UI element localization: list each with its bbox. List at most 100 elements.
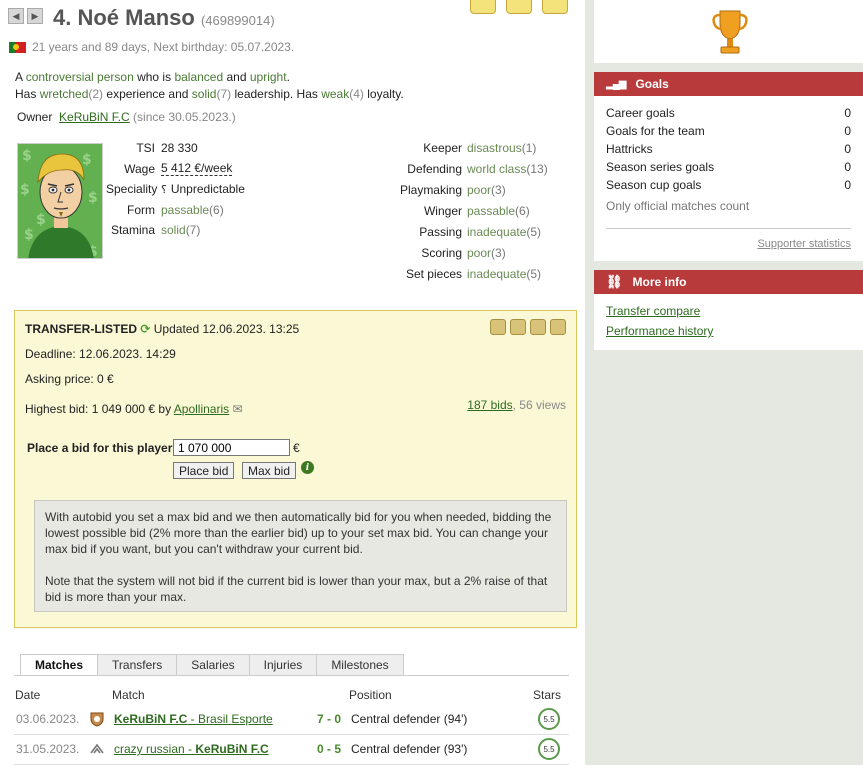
temper-link[interactable]: balanced — [174, 70, 223, 84]
sidebar: ▂▄▆ Goals Career goals 0 Goals for the te… — [585, 0, 863, 765]
fire-icon[interactable] — [530, 319, 546, 335]
tab-transfers[interactable]: Transfers — [98, 654, 178, 676]
goal-row: Hattricks 0 — [606, 142, 851, 156]
gavel-icon[interactable] — [510, 319, 526, 335]
transfer-panel: TRANSFER-LISTED ⟳ Updated 12.06.2023. 13… — [14, 310, 577, 628]
stamina-row: Stamina solid(7) — [110, 223, 201, 238]
player-description: A controversial person who is balanced a… — [15, 69, 404, 103]
stars-icon: 5.5 — [538, 738, 560, 760]
league-match-icon — [90, 712, 104, 727]
skill-level-link[interactable]: disastrous — [467, 141, 522, 155]
bookmark-icon[interactable] — [470, 0, 496, 14]
bids-link[interactable]: 187 bids — [467, 398, 512, 412]
honesty-link[interactable]: upright — [250, 70, 287, 84]
compare-icon[interactable] — [506, 0, 532, 14]
main-content: ◀ ▶ 4. Noé Manso (469899014) 21 years an… — [0, 0, 585, 765]
player-avatar: $$$ $$$ $$$ — [17, 143, 103, 259]
transfer-compare-link[interactable]: Transfer compare — [606, 304, 700, 318]
tabs-divider — [14, 675, 569, 676]
performance-history-link[interactable]: Performance history — [606, 324, 713, 338]
skill-level-link[interactable]: poor — [467, 183, 491, 197]
leadership-link[interactable]: solid — [192, 87, 217, 101]
bid-amount-input[interactable] — [173, 439, 290, 456]
skill-row-playmaking: Playmaking poor(3) — [399, 182, 506, 197]
supporter-statistics-link[interactable]: Supporter statistics — [757, 238, 851, 250]
skill-level-link[interactable]: passable — [467, 204, 515, 218]
player-id: (469899014) — [200, 13, 275, 28]
personality-link[interactable]: controversial person — [26, 70, 134, 84]
next-player-button[interactable]: ▶ — [27, 8, 43, 24]
tab-milestones[interactable]: Milestones — [317, 654, 404, 676]
age-line: 21 years and 89 days, Next birthday: 05.… — [9, 40, 294, 54]
speciality-row: Speciality ⸮ Unpredictable — [106, 182, 245, 197]
stamina-level-link[interactable]: solid — [161, 223, 186, 237]
tab-injuries[interactable]: Injuries — [249, 654, 318, 676]
unpredictable-icon: ⸮ — [161, 183, 167, 196]
portugal-flag-icon[interactable] — [9, 41, 26, 53]
transfer-icons — [490, 319, 566, 335]
match-row: 31.05.2023. crazy russian - KeRuBiN F.C … — [14, 735, 569, 765]
bar-chart-icon: ▂▄▆ — [606, 78, 626, 90]
col-header-date: Date — [15, 688, 41, 702]
skill-row-keeper: Keeper disastrous(1) — [423, 140, 537, 155]
place-bid-button[interactable]: Place bid — [173, 462, 235, 479]
previous-player-button[interactable]: ◀ — [8, 8, 24, 24]
player-basic-stats: TSI 28 330 Wage 5 412 €/week Speciality ⸮ Un… — [106, 138, 245, 241]
autobid-info: With autobid you set a max bid and we th… — [34, 500, 567, 612]
wage-value[interactable]: 5 412 €/week — [161, 161, 233, 177]
link-icon: ⛓ — [606, 274, 623, 289]
place-bid-label: Place a bid for this player — [27, 441, 173, 455]
skill-level-link[interactable]: poor — [467, 246, 491, 260]
goal-row: Season cup goals 0 — [606, 178, 851, 192]
svg-text:$: $ — [22, 148, 32, 164]
col-header-stars: Stars — [533, 688, 562, 702]
skill-row-passing: Passing inadequate(5) — [419, 224, 542, 239]
col-header-position: Position — [349, 688, 392, 702]
skill-row-set-pieces: Set pieces inadequate(5) — [405, 266, 542, 281]
max-bid-button[interactable]: Max bid — [242, 462, 297, 479]
svg-text:$: $ — [24, 227, 34, 243]
match-row: 03.06.2023. KeRuBiN F.C - Brasil Esporte… — [14, 705, 569, 735]
transfer-updated: Updated 12.06.2023. 13:25 — [153, 322, 300, 336]
svg-text:$: $ — [82, 152, 92, 168]
player-navigation: ◀ ▶ — [8, 8, 43, 24]
form-level-link[interactable]: passable — [161, 203, 209, 217]
svg-text:$: $ — [88, 190, 98, 206]
goals-divider — [606, 228, 851, 229]
goals-note: Only official matches count — [606, 199, 750, 213]
more-info-panel: Transfer compare Performance history — [594, 294, 863, 350]
goals-title: Goals — [635, 77, 669, 91]
info-icon[interactable]: i — [301, 461, 314, 474]
skill-level-link[interactable]: inadequate — [467, 267, 526, 281]
hammer-icon[interactable] — [490, 319, 506, 335]
skill-level-link[interactable]: world class — [467, 162, 526, 176]
tab-matches[interactable]: Matches — [20, 654, 99, 676]
match-link[interactable]: KeRuBiN F.C - Brasil Esporte — [114, 712, 273, 726]
col-header-match: Match — [112, 688, 145, 702]
loyalty-link[interactable]: weak — [321, 87, 349, 101]
transfer-status: TRANSFER-LISTED — [25, 322, 137, 336]
skill-level-link[interactable]: inadequate — [467, 225, 526, 239]
skill-row-defending: Defending world class(13) — [407, 161, 548, 176]
transfer-deadline: Deadline: 12.06.2023. 14:29 — [25, 347, 176, 361]
highest-bidder-link[interactable]: Apollinaris — [174, 402, 229, 416]
top-action-icons — [470, 0, 568, 14]
experience-line: Has wretched(2) experience and solid(7) … — [15, 87, 404, 101]
asking-price: Asking price: 0 € — [25, 372, 114, 386]
match-link[interactable]: crazy russian - KeRuBiN F.C — [114, 742, 269, 756]
star-icon[interactable] — [542, 0, 568, 14]
goal-row: Career goals 0 — [606, 106, 851, 120]
tab-salaries[interactable]: Salaries — [177, 654, 250, 676]
goals-header: ▂▄▆ Goals — [594, 72, 863, 96]
experience-link[interactable]: wretched — [40, 87, 89, 101]
personality-line: A controversial person who is balanced a… — [15, 70, 290, 84]
trophy-box — [594, 0, 863, 63]
skill-row-winger: Winger passable(6) — [423, 203, 530, 218]
clock-icon[interactable] — [550, 319, 566, 335]
autobid-text-2: Note that the system will not bid if the… — [45, 574, 548, 604]
bids-info: 187 bids, 56 views — [467, 398, 566, 412]
more-info-title: More info — [632, 275, 687, 289]
transfer-status-line: TRANSFER-LISTED ⟳ Updated 12.06.2023. 13… — [25, 322, 299, 336]
owner-team-link[interactable]: KeRuBiN F.C — [59, 110, 130, 124]
refresh-icon[interactable]: ⟳ — [140, 322, 150, 336]
